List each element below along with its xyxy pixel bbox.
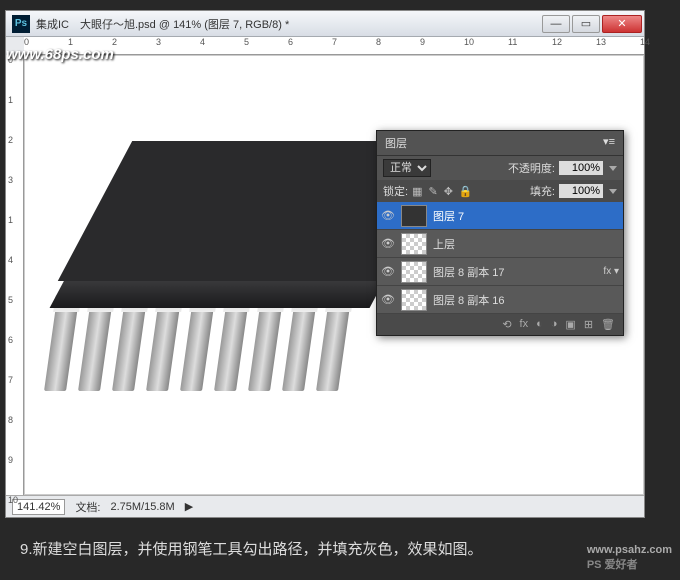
- app-logo: Ps: [12, 15, 30, 33]
- ruler-tick: 6: [288, 37, 293, 47]
- lock-option-icon[interactable]: ✥: [444, 185, 453, 198]
- panel-action-icon[interactable]: ⊞: [584, 318, 593, 331]
- opacity-value[interactable]: 100%: [559, 161, 603, 175]
- ruler-tick: 8: [376, 37, 381, 47]
- layer-thumbnail[interactable]: [401, 233, 427, 255]
- layer-thumbnail[interactable]: [401, 261, 427, 283]
- panel-menu-icon[interactable]: ▾≡: [603, 135, 615, 151]
- ruler-tick: 11: [508, 37, 517, 47]
- panel-action-icon[interactable]: ◐: [536, 318, 543, 331]
- doc-size-label: 文档:: [75, 499, 100, 515]
- ruler-tick: 6: [8, 335, 13, 345]
- visibility-icon[interactable]: 👁: [381, 237, 395, 251]
- maximize-button[interactable]: ▭: [572, 15, 600, 33]
- chevron-right-icon[interactable]: ▶: [185, 500, 193, 513]
- lock-option-icon[interactable]: ✎: [428, 185, 437, 198]
- ruler-tick: 1: [8, 215, 13, 225]
- titlebar: Ps 集成IC 大眼仔～旭.psd @ 141% (图层 7, RGB/8) *…: [6, 11, 644, 37]
- fill-label: 填充:: [530, 183, 555, 199]
- visibility-icon[interactable]: 👁: [381, 265, 395, 279]
- layer-name: 图层 7: [433, 208, 619, 224]
- panel-footer: ⟲ fx ◐ ◑ ▣ ⊞ 🗑: [377, 314, 623, 335]
- ruler-tick: 14: [640, 37, 650, 47]
- panel-action-icon[interactable]: 🗑: [601, 318, 615, 331]
- blend-mode-select[interactable]: 正常: [383, 159, 431, 177]
- layer-thumbnail[interactable]: [401, 289, 427, 311]
- lock-option-icon[interactable]: 🔒: [459, 185, 473, 198]
- layer-item[interactable]: 👁 图层 8 副本 17 fx ▾: [377, 258, 623, 286]
- document-title: 集成IC 大眼仔～旭.psd @ 141% (图层 7, RGB/8) *: [36, 16, 542, 32]
- doc-size-value: 2.75M/15.8M: [111, 501, 175, 513]
- lock-label: 锁定:: [383, 183, 408, 199]
- site-brand: www.psahz.com PS 爱好者: [587, 544, 672, 572]
- ruler-tick: 4: [200, 37, 205, 47]
- layer-item[interactable]: 👁 上层: [377, 230, 623, 258]
- ruler-tick: 5: [8, 295, 13, 305]
- close-button[interactable]: ✕: [602, 15, 642, 33]
- layer-name: 图层 8 副本 17: [433, 264, 597, 280]
- ruler-tick: 9: [8, 455, 13, 465]
- visibility-icon[interactable]: 👁: [381, 293, 395, 307]
- minimize-button[interactable]: —: [542, 15, 570, 33]
- panel-action-icon[interactable]: fx: [520, 318, 529, 331]
- ruler-tick: 10: [464, 37, 474, 47]
- ruler-horizontal[interactable]: 01234567891011121314: [24, 37, 644, 55]
- chip-pins: [50, 306, 344, 391]
- statusbar: 141.42% 文档: 2.75M/15.8M ▶: [6, 495, 644, 517]
- ruler-tick: 10: [8, 495, 18, 505]
- panel-action-icon[interactable]: ⟲: [502, 318, 511, 331]
- layer-name: 图层 8 副本 16: [433, 292, 619, 308]
- chevron-down-icon[interactable]: [609, 166, 617, 171]
- ruler-tick: 3: [156, 37, 161, 47]
- visibility-icon[interactable]: 👁: [381, 209, 395, 223]
- opacity-label: 不透明度:: [508, 160, 555, 176]
- layer-item[interactable]: 👁 图层 8 副本 16: [377, 286, 623, 314]
- layer-name: 上层: [433, 236, 619, 252]
- panel-action-icon[interactable]: ◑: [551, 318, 558, 331]
- ruler-tick: 13: [596, 37, 606, 47]
- ruler-tick: 12: [552, 37, 562, 47]
- ruler-vertical[interactable]: 0123145678910: [6, 55, 24, 495]
- zoom-level[interactable]: 141.42%: [12, 499, 65, 515]
- ruler-tick: 9: [420, 37, 425, 47]
- layer-thumbnail[interactable]: [401, 205, 427, 227]
- panel-action-icon[interactable]: ▣: [565, 318, 575, 331]
- ruler-tick: 1: [8, 95, 13, 105]
- fx-badge[interactable]: fx ▾: [603, 266, 619, 277]
- chevron-down-icon[interactable]: [609, 189, 617, 194]
- lock-option-icon[interactable]: ▦: [412, 185, 422, 198]
- layer-item[interactable]: 👁 图层 7: [377, 202, 623, 230]
- ruler-tick: 5: [244, 37, 249, 47]
- step-caption: 9.新建空白图层，并使用钢笔工具勾出路径，并填充灰色，效果如图。: [0, 518, 680, 559]
- ruler-tick: 4: [8, 255, 13, 265]
- fill-value[interactable]: 100%: [559, 184, 603, 198]
- ruler-tick: 7: [332, 37, 337, 47]
- ruler-tick: 2: [8, 135, 13, 145]
- layers-panel: 图层 ▾≡ 正常 不透明度: 100% 锁定: ▦ ✎ ✥ 🔒 填充: 100% 👁 图…: [376, 130, 624, 336]
- ruler-tick: 3: [8, 175, 13, 185]
- app-window: Ps 集成IC 大眼仔～旭.psd @ 141% (图层 7, RGB/8) *…: [5, 10, 645, 518]
- watermark-text: www.68ps.com: [6, 46, 114, 63]
- ruler-tick: 7: [8, 375, 13, 385]
- panel-tab-layers[interactable]: 图层: [385, 135, 407, 151]
- layers-list: 👁 图层 7 👁 上层 👁 图层 8 副本 17 fx ▾ 👁 图层 8 副本 16: [377, 202, 623, 314]
- ruler-tick: 8: [8, 415, 13, 425]
